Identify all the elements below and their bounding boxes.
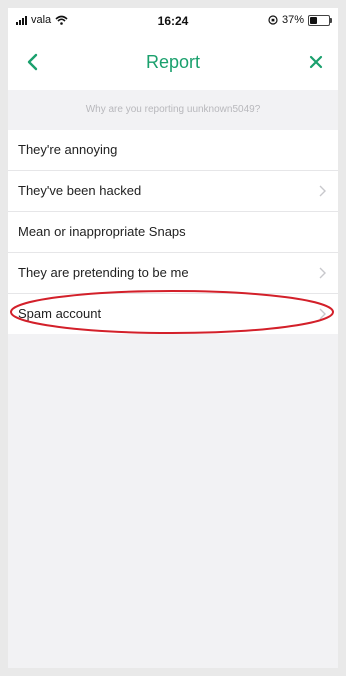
orientation-lock-icon <box>268 15 278 25</box>
reason-inappropriate-snaps[interactable]: Mean or inappropriate Snaps <box>8 212 338 253</box>
phone-screen: vala 16:24 37% Report Why are you report… <box>8 8 338 668</box>
battery-percent: 37% <box>281 14 304 26</box>
reason-label: Spam account <box>18 306 102 321</box>
nav-bar: Report <box>8 34 338 90</box>
reason-label: They've been hacked <box>18 183 142 198</box>
chevron-right-icon <box>319 185 326 197</box>
reason-label: Mean or inappropriate Snaps <box>18 224 186 239</box>
close-icon <box>309 55 323 69</box>
reason-annoying[interactable]: They're annoying <box>8 130 338 171</box>
status-right: 37% <box>268 14 332 26</box>
report-prompt: Why are you reporting uunknown5049? <box>85 104 261 115</box>
reason-label: They are pretending to be me <box>18 265 189 280</box>
status-bar: vala 16:24 37% <box>8 8 338 34</box>
close-button[interactable] <box>302 48 330 76</box>
reason-label: They're annoying <box>18 142 118 157</box>
page-title: Report <box>145 52 201 72</box>
reason-hacked[interactable]: They've been hacked <box>8 171 338 212</box>
reason-list: They're annoying They've been hacked Mea… <box>8 130 338 334</box>
chevron-right-icon <box>319 267 326 279</box>
battery-fill <box>310 16 317 24</box>
chevron-right-icon <box>319 308 326 320</box>
reason-spam-account[interactable]: Spam account <box>8 294 338 334</box>
battery-icon <box>308 14 332 26</box>
reason-pretending[interactable]: They are pretending to be me <box>8 253 338 294</box>
